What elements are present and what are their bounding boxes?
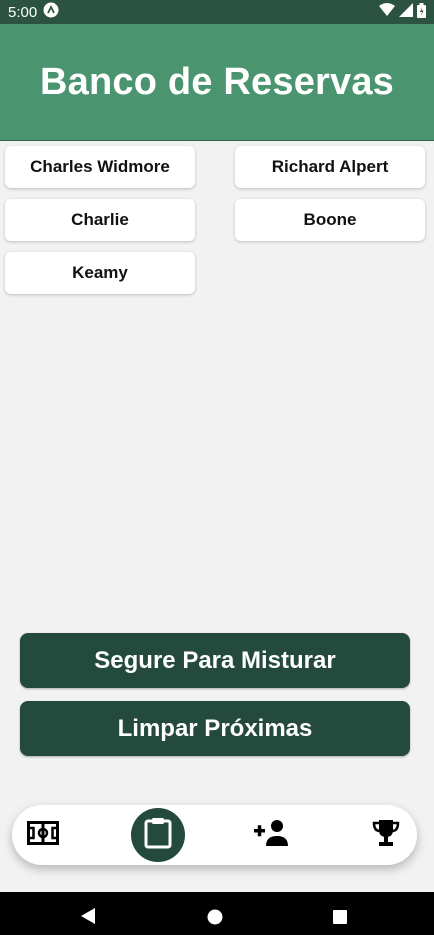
clear-next-button[interactable]: Limpar Próximas <box>20 701 410 756</box>
nav-item-add-player[interactable] <box>254 819 290 852</box>
player-card[interactable]: Charles Widmore <box>5 146 195 188</box>
field-icon <box>27 820 59 850</box>
back-icon[interactable] <box>80 908 96 929</box>
status-time: 5:00 <box>8 3 38 21</box>
system-navigation-bar <box>0 892 434 935</box>
app-notification-icon <box>43 2 59 22</box>
player-card[interactable]: Charlie <box>5 199 195 241</box>
player-card[interactable]: Richard Alpert <box>235 146 425 188</box>
cell-signal-icon <box>399 3 413 21</box>
clipboard-icon <box>144 817 172 854</box>
nav-item-ranking[interactable] <box>368 818 404 853</box>
player-card[interactable]: Boone <box>235 199 425 241</box>
trophy-icon <box>371 818 401 853</box>
page-title: Banco de Reservas <box>39 60 395 103</box>
nav-item-field[interactable] <box>26 820 60 850</box>
status-bar: 5:00 <box>0 0 434 24</box>
home-icon[interactable] <box>207 909 223 930</box>
bottom-navigation <box>12 805 417 865</box>
nav-item-roster[interactable] <box>131 808 185 862</box>
battery-icon <box>417 2 426 22</box>
player-card[interactable]: Keamy <box>5 252 195 294</box>
wifi-icon <box>379 3 395 21</box>
recents-icon[interactable] <box>332 909 348 930</box>
add-person-icon <box>254 819 290 852</box>
app-header: Banco de Reservas <box>0 24 434 141</box>
shuffle-button[interactable]: Segure Para Misturar <box>20 633 410 688</box>
